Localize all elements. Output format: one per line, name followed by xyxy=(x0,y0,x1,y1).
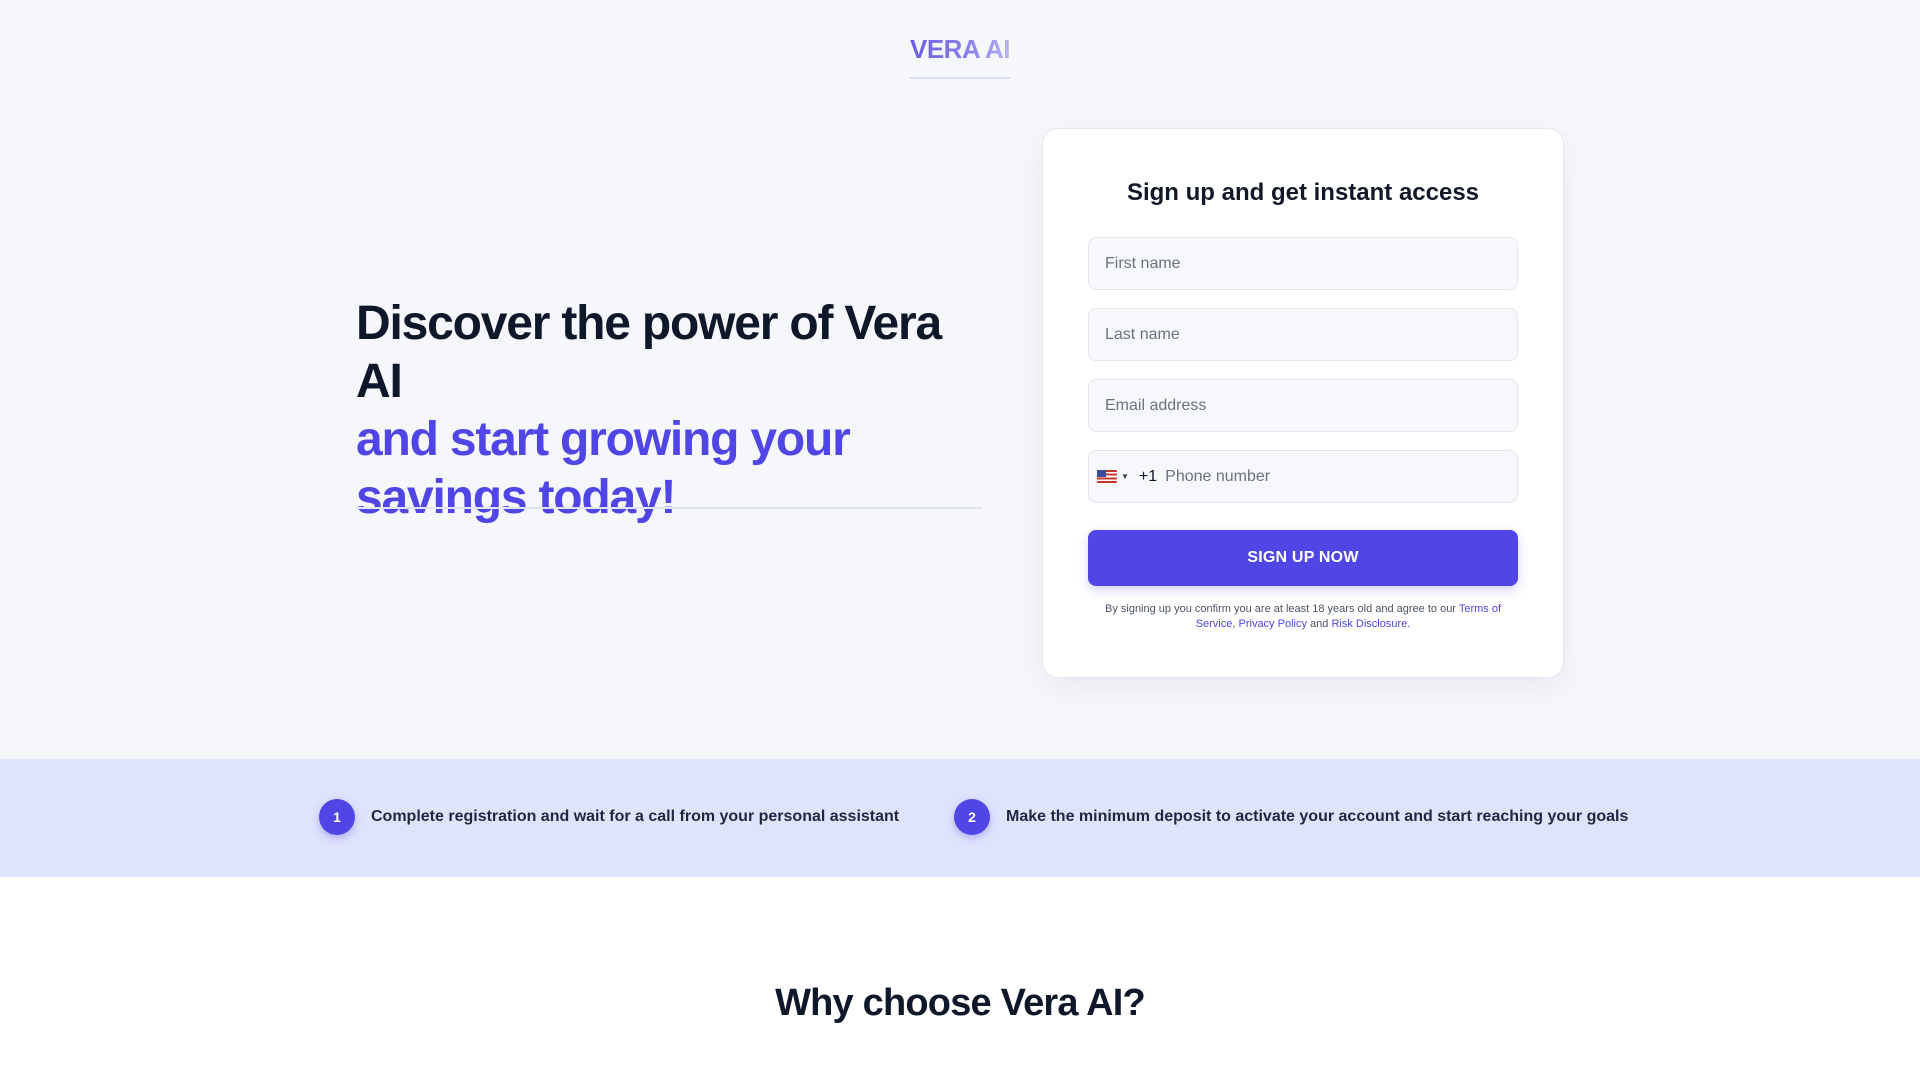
steps-band: 1 Complete registration and wait for a c… xyxy=(0,759,1920,877)
hero-heading: Discover the power of Vera AI and start … xyxy=(356,295,986,527)
risk-link-label: Risk Disclosure xyxy=(1331,618,1408,630)
us-flag-icon[interactable] xyxy=(1097,470,1117,483)
hero-divider xyxy=(356,507,982,509)
sign-up-button[interactable]: SIGN UP NOW xyxy=(1088,530,1518,586)
step-text: Make the minimum deposit to activate you… xyxy=(1006,808,1629,825)
chevron-down-icon[interactable]: ▼ xyxy=(1121,472,1129,481)
privacy-link[interactable]: Privacy Policy xyxy=(1239,618,1307,630)
first-name-input[interactable] xyxy=(1105,254,1501,273)
signup-title: Sign up and get instant access xyxy=(1126,179,1480,206)
step-text: Complete registration and wait for a cal… xyxy=(371,808,900,825)
risk-disclosure-link[interactable]: Risk Disclosure. xyxy=(1331,618,1410,630)
last-name-field[interactable] xyxy=(1088,308,1518,361)
step-number-badge: 1 xyxy=(319,799,355,835)
last-name-input[interactable] xyxy=(1105,325,1501,344)
step-item: 1 Complete registration and wait for a c… xyxy=(319,799,899,835)
header: VERA AI xyxy=(0,34,1920,79)
step-number-badge: 2 xyxy=(954,799,990,835)
why-section: Why choose Vera AI? xyxy=(0,877,1920,1080)
email-field[interactable] xyxy=(1088,379,1518,432)
disclaimer-sep: and xyxy=(1306,618,1332,630)
step-item: 2 Make the minimum deposit to activate y… xyxy=(954,799,1628,835)
legal-disclaimer: By signing up you confirm you are at lea… xyxy=(1088,602,1518,632)
logo[interactable]: VERA AI xyxy=(909,34,1011,79)
email-input[interactable] xyxy=(1105,396,1501,415)
phone-input[interactable] xyxy=(1165,467,1509,486)
dial-code: +1 xyxy=(1138,467,1158,485)
risk-link-suffix: . xyxy=(1407,618,1411,630)
why-section-title: Why choose Vera AI? xyxy=(775,982,1146,1024)
disclaimer-text: By signing up you confirm you are at lea… xyxy=(1104,603,1459,615)
phone-field[interactable]: ▼ +1 xyxy=(1088,450,1518,503)
hero-heading-line1: Discover the power of Vera AI xyxy=(356,297,942,408)
hero-heading-line2: and start growing your savings today! xyxy=(356,413,851,524)
first-name-field[interactable] xyxy=(1088,237,1518,290)
signup-card: Sign up and get instant access ▼ +1 SIGN… xyxy=(1042,128,1564,678)
